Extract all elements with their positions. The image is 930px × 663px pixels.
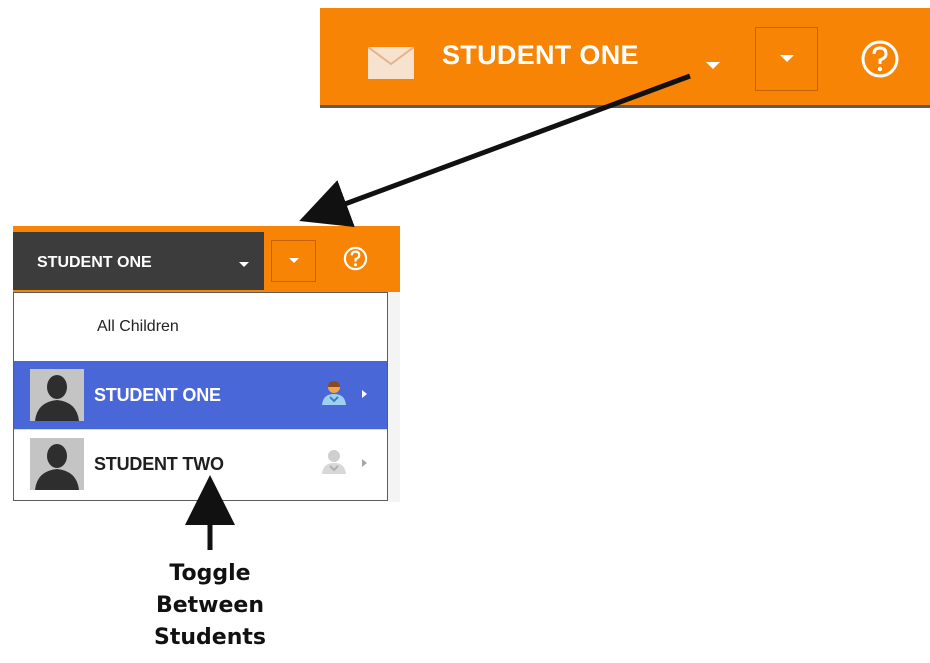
chevron-down-icon <box>239 262 249 267</box>
active-person-icon <box>322 381 346 405</box>
caption-line: Between <box>155 593 265 618</box>
chevron-right-icon <box>362 459 367 467</box>
chevron-down-icon <box>289 258 299 263</box>
page-edge <box>387 292 400 502</box>
menu-header-bar: STUDENT ONE <box>13 226 400 292</box>
chevron-down-icon[interactable] <box>706 62 720 69</box>
chevron-right-icon <box>362 390 367 398</box>
help-icon[interactable] <box>860 39 900 79</box>
menu-item-student-two[interactable]: STUDENT TWO <box>14 429 387 497</box>
menu-item-student-one[interactable]: STUDENT ONE <box>14 361 387 429</box>
student-name: STUDENT TWO <box>94 454 224 474</box>
top-header-bar: STUDENT ONE <box>320 8 930 108</box>
menu-item-all-children[interactable]: All Children <box>14 293 387 361</box>
caption-line: Students <box>154 625 266 650</box>
annotation-caption: Toggle Between Students <box>110 558 310 654</box>
menu-item-label: All Children <box>97 318 179 335</box>
student-avatar-icon <box>30 369 84 421</box>
current-student-name: STUDENT ONE <box>37 254 152 271</box>
dropdown-button[interactable] <box>271 240 316 282</box>
dropdown-button[interactable] <box>755 27 818 91</box>
student-avatar-icon <box>30 438 84 490</box>
help-icon[interactable] <box>343 246 368 271</box>
student-selector[interactable]: STUDENT ONE <box>13 232 264 290</box>
mail-icon[interactable] <box>368 47 414 79</box>
student-dropdown-menu: All Children STUDENT ONE STUDENT TWO <box>13 292 388 501</box>
current-student-name[interactable]: STUDENT ONE <box>442 40 639 71</box>
caption-line: Toggle <box>169 561 251 586</box>
chevron-down-icon <box>780 55 794 62</box>
student-name: STUDENT ONE <box>94 385 221 405</box>
inactive-person-icon <box>322 450 346 474</box>
